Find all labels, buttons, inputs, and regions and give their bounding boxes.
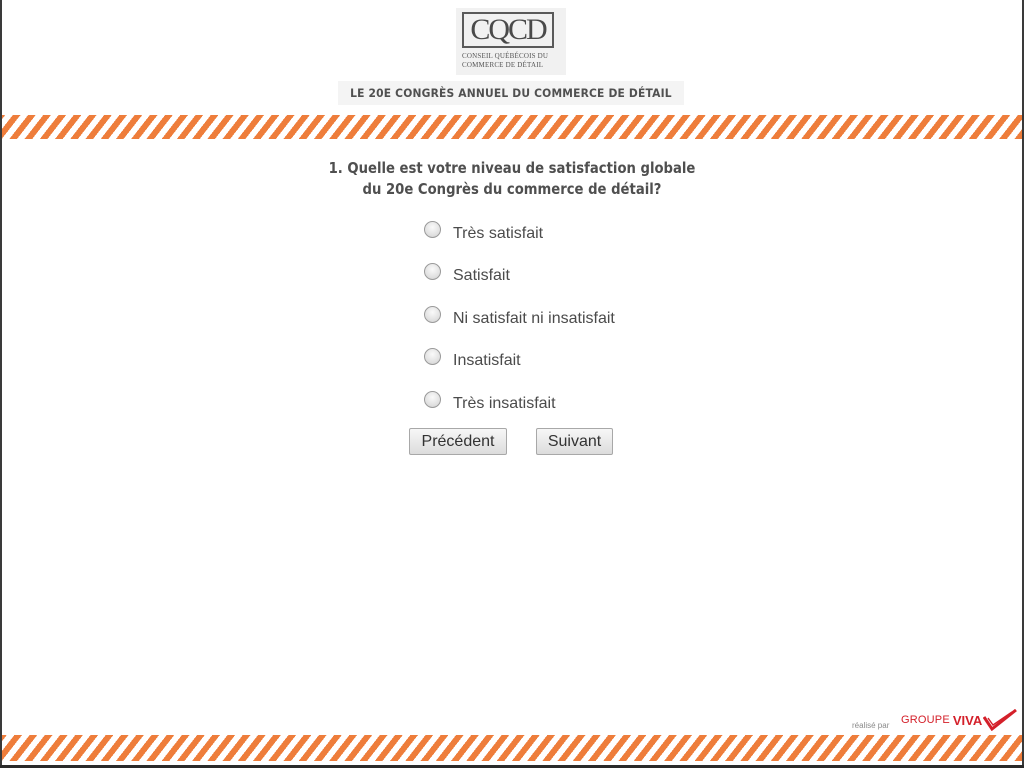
- groupe-viva-logo: GROUPE VIVA: [901, 709, 1018, 731]
- radio-button[interactable]: [424, 390, 441, 408]
- radio-button[interactable]: [424, 305, 441, 323]
- radio-button[interactable]: [424, 220, 441, 238]
- option-ni-satisfait-ni-insatisfait[interactable]: Ni satisfait ni insatisfait: [424, 304, 615, 328]
- logo-line-2: COMMERCE DE DÉTAIL: [462, 61, 544, 69]
- option-label: Très insatisfait: [453, 395, 556, 412]
- brand-groupe-text: GROUPE: [901, 714, 950, 726]
- logo-mark: CQCD: [462, 12, 554, 48]
- banner-title: LE 20E CONGRÈS ANNUEL DU COMMERCE DE DÉT…: [350, 86, 672, 100]
- stripe-band-bottom: [2, 735, 1022, 761]
- option-label: Ni satisfait ni insatisfait: [453, 310, 615, 327]
- option-label: Insatisfait: [453, 352, 521, 369]
- option-label: Très satisfait: [453, 225, 544, 242]
- option-insatisfait[interactable]: Insatisfait: [424, 346, 521, 370]
- question-line-2: du 20e Congrès du commerce de détail?: [362, 180, 662, 198]
- previous-button[interactable]: Précédent: [409, 428, 507, 455]
- credit-text: réalisé par: [852, 721, 890, 730]
- radio-button[interactable]: [424, 262, 441, 280]
- option-tres-insatisfait[interactable]: Très insatisfait: [424, 389, 556, 413]
- logo-line-1: CONSEIL QUÉBÉCOIS DU: [462, 52, 549, 60]
- option-label: Satisfait: [453, 267, 510, 284]
- radio-button[interactable]: [424, 347, 441, 365]
- survey-page: CQCD CONSEIL QUÉBÉCOIS DU COMMERCE DE DÉ…: [0, 0, 1024, 768]
- cqcd-logo: CQCD CONSEIL QUÉBÉCOIS DU COMMERCE DE DÉ…: [456, 8, 566, 75]
- next-button[interactable]: Suivant: [536, 428, 613, 455]
- option-satisfait[interactable]: Satisfait: [424, 261, 510, 285]
- question-title: 1. Quelle est votre niveau de satisfacti…: [262, 158, 762, 200]
- congress-banner: LE 20E CONGRÈS ANNUEL DU COMMERCE DE DÉT…: [338, 81, 684, 105]
- checkmark-swoosh-icon: [983, 709, 1018, 731]
- brand-viva-text: VIVA: [952, 712, 983, 728]
- question-line-1: 1. Quelle est votre niveau de satisfacti…: [328, 159, 696, 177]
- stripe-band-top: [2, 115, 1022, 139]
- option-tres-satisfait[interactable]: Très satisfait: [424, 219, 543, 243]
